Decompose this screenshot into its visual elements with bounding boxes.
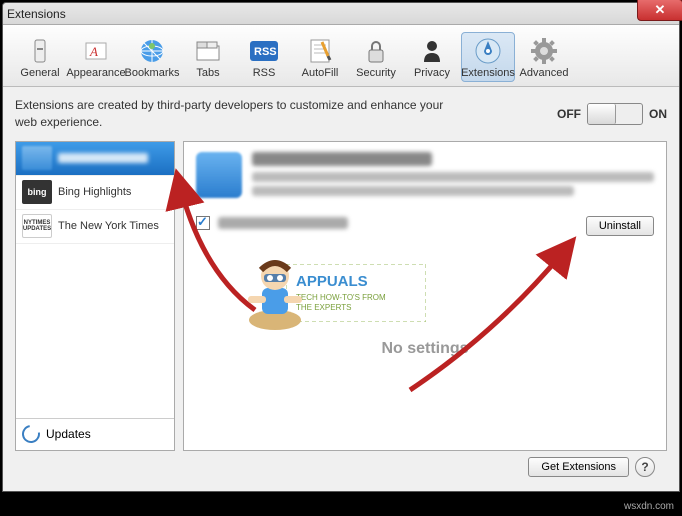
bing-icon: bing (22, 180, 52, 204)
attribution-text: wsxdn.com (624, 501, 674, 512)
tab-privacy[interactable]: Privacy (405, 32, 459, 82)
general-icon (26, 37, 54, 65)
extension-label: Bing Highlights (58, 186, 131, 198)
tab-tabs[interactable]: Tabs (181, 32, 235, 82)
extension-icon (22, 146, 52, 170)
svg-text:RSS: RSS (254, 46, 277, 58)
window-title: Extensions (7, 7, 66, 21)
extension-app-icon (196, 152, 242, 198)
appearance-icon: A (82, 37, 110, 65)
extension-item-nyt[interactable]: NYTIMESUPDATES The New York Times (16, 210, 174, 244)
extension-desc-line (252, 172, 654, 182)
enable-label (218, 217, 348, 229)
tab-appearance[interactable]: A Appearance (69, 32, 123, 82)
panes: bing Bing Highlights NYTIMESUPDATES The … (15, 141, 667, 451)
master-toggle: OFF ON (557, 103, 667, 125)
toolbar: General A Appearance Bookmarks Tabs RSS … (3, 25, 679, 87)
get-extensions-button[interactable]: Get Extensions (528, 457, 629, 477)
tab-bookmarks[interactable]: Bookmarks (125, 32, 179, 82)
lock-icon (362, 37, 390, 65)
updates-label: Updates (46, 427, 91, 441)
help-button[interactable]: ? (635, 457, 655, 477)
tab-rss[interactable]: RSS RSS (237, 32, 291, 82)
detail-header (196, 152, 654, 200)
no-settings-text: No settings (196, 340, 654, 358)
tabs-icon (194, 37, 222, 65)
on-off-switch[interactable] (587, 103, 643, 125)
close-button[interactable]: ✕ (637, 0, 682, 21)
tab-extensions[interactable]: Extensions (461, 32, 515, 82)
gear-icon (530, 37, 558, 65)
tab-general[interactable]: General (13, 32, 67, 82)
extensions-icon (474, 37, 502, 65)
nyt-icon: NYTIMESUPDATES (22, 214, 52, 238)
titlebar: Extensions ✕ (3, 3, 679, 25)
svg-text:A: A (89, 44, 98, 59)
footer: Get Extensions ? (15, 451, 667, 477)
tab-autofill[interactable]: AutoFill (293, 32, 347, 82)
bookmarks-icon (138, 37, 166, 65)
tab-security[interactable]: Security (349, 32, 403, 82)
autofill-icon (306, 37, 334, 65)
updates-item[interactable]: Updates (16, 418, 174, 450)
extension-desc-line (252, 186, 574, 196)
extension-title (252, 152, 432, 166)
switch-knob (588, 104, 616, 124)
off-label: OFF (557, 107, 581, 121)
updates-icon (18, 422, 43, 447)
extensions-sidebar: bing Bing Highlights NYTIMESUPDATES The … (15, 141, 175, 451)
privacy-icon (418, 37, 446, 65)
extension-item-bing[interactable]: bing Bing Highlights (16, 176, 174, 210)
on-label: ON (649, 107, 667, 121)
extension-label: The New York Times (58, 220, 159, 232)
rss-icon: RSS (250, 37, 278, 65)
enable-checkbox[interactable] (196, 216, 210, 230)
extension-item-selected[interactable] (16, 142, 174, 176)
extension-label (58, 153, 148, 163)
extensions-window: Extensions ✕ General A Appearance Bookma… (2, 2, 680, 492)
extension-detail: Uninstall No settings (183, 141, 667, 451)
content-area: Extensions are created by third-party de… (3, 87, 679, 483)
extension-app-text (252, 152, 654, 200)
info-text: Extensions are created by third-party de… (15, 97, 445, 131)
close-icon: ✕ (655, 2, 666, 18)
tab-advanced[interactable]: Advanced (517, 32, 571, 82)
info-row: Extensions are created by third-party de… (15, 97, 667, 131)
uninstall-button[interactable]: Uninstall (586, 216, 654, 236)
